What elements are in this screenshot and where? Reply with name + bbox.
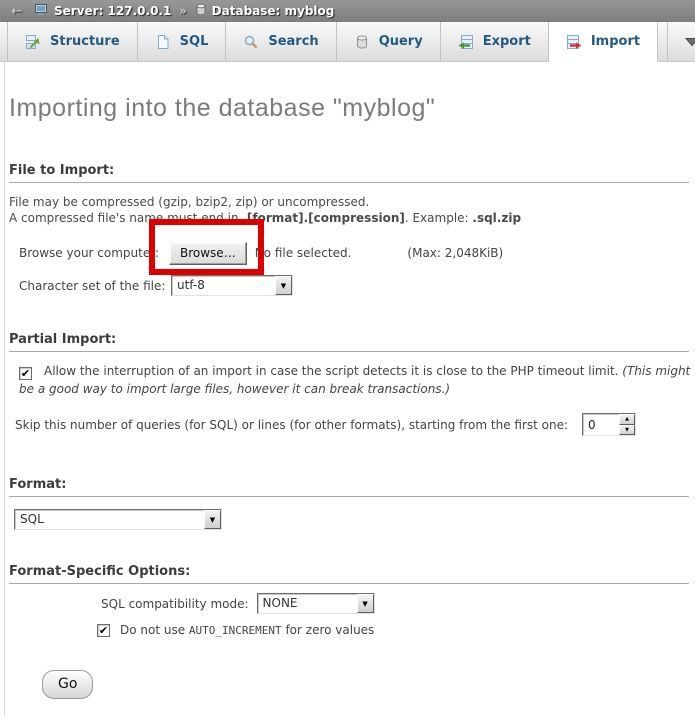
section-title-format: Format: [9,477,689,497]
charset-selected-value: utf-8 [172,276,275,295]
tab-label: Search [268,34,318,49]
tab-import[interactable]: Import [549,22,658,62]
skip-queries-row: Skip this number of queries (for SQL) or… [15,413,689,436]
query-icon [354,34,370,50]
chevron-down-icon[interactable]: ▼ [357,594,374,613]
section-title-partial-import: Partial Import: [9,332,689,352]
server-icon [34,3,49,19]
section-title-format-specific-options: Format-Specific Options: [9,564,689,584]
chevron-down-icon[interactable]: ▼ [275,276,292,295]
skip-queries-label: Skip this number of queries (for SQL) or… [15,418,568,432]
charset-select[interactable]: utf-8 ▼ [171,275,293,296]
help-line-2: A compressed file's name must end in .[f… [9,211,689,227]
browse-button[interactable]: Browse… [169,242,247,265]
tab-label: SQL [180,34,209,49]
stepper-buttons: ▲ ▼ [619,414,635,435]
breadcrumb-database-label: Database: myblog [212,4,335,18]
tab-query[interactable]: Query [337,22,441,61]
tab-label: Structure [50,34,120,49]
tab-bar: Structure SQL Search Query [0,22,695,62]
tab-sql[interactable]: SQL [138,22,227,61]
browse-label: Browse your computer: [19,246,169,260]
tab-label: Export [483,34,531,49]
auto-increment-text: Do not use AUTO_INCREMENT for zero value… [120,623,374,637]
skip-queries-value: 0 [583,414,619,435]
auto-increment-checkbox[interactable]: ✔ [97,624,110,637]
format-select[interactable]: SQL ▼ [14,509,222,530]
structure-icon [25,34,41,50]
format-row: SQL ▼ [14,509,689,530]
breadcrumb-database[interactable]: Database: myblog [195,3,335,19]
tab-export[interactable]: Export [441,22,549,61]
file-upload-row: Browse your computer: Browse… No file se… [19,241,689,265]
tab-structure[interactable]: Structure [7,22,138,61]
breadcrumb-server-label: Server: 127.0.0.1 [54,4,171,18]
charset-label: Character set of the file: [19,279,171,293]
allow-interruption-row: ✔ Allow the interruption of an import in … [19,363,695,398]
sql-compatibility-row: SQL compatibility mode: NONE ▼ [101,593,689,614]
back-arrow-icon[interactable]: ← [6,4,28,19]
tab-label: Import [591,34,640,49]
sql-compatibility-value: NONE [258,594,357,613]
breadcrumb-server[interactable]: Server: 127.0.0.1 [34,3,171,19]
file-compression-help: File may be compressed (gzip, bzip2, zip… [9,195,689,226]
import-icon [566,34,582,50]
tab-more[interactable]: More [667,22,695,61]
search-icon [243,34,259,50]
help-line-1: File may be compressed (gzip, bzip2, zip… [9,195,689,211]
export-icon [458,34,474,50]
breadcrumb-separator: » [177,4,188,18]
max-upload-size: (Max: 2,048KiB) [407,246,503,260]
auto-increment-row: ✔ Do not use AUTO_INCREMENT for zero val… [97,623,689,637]
chevron-down-icon [685,37,695,47]
import-page: Importing into the database "myblog" Fil… [4,62,695,716]
no-file-selected-text: No file selected. [255,246,352,260]
charset-row: Character set of the file: utf-8 ▼ [19,275,689,296]
stepper-down-icon[interactable]: ▼ [619,425,635,436]
sql-icon [155,34,171,50]
breadcrumb-bar: ← Server: 127.0.0.1 » Database: myblog [0,0,695,22]
chevron-down-icon[interactable]: ▼ [204,510,221,529]
go-button[interactable]: Go [42,670,93,699]
allow-interruption-checkbox[interactable]: ✔ [19,367,32,380]
database-icon [195,3,207,19]
stepper-up-icon[interactable]: ▲ [619,414,635,425]
tab-search[interactable]: Search [226,22,336,61]
format-selected-value: SQL [15,510,204,529]
page-title: Importing into the database "myblog" [9,62,689,123]
sql-compatibility-label: SQL compatibility mode: [101,597,249,611]
sql-compatibility-select[interactable]: NONE ▼ [257,593,375,614]
skip-queries-stepper[interactable]: 0 ▲ ▼ [582,413,636,436]
section-title-file-to-import: File to Import: [9,163,689,183]
tab-label: Query [379,34,423,49]
allow-interruption-text: Allow the interruption of an import in c… [44,364,622,378]
